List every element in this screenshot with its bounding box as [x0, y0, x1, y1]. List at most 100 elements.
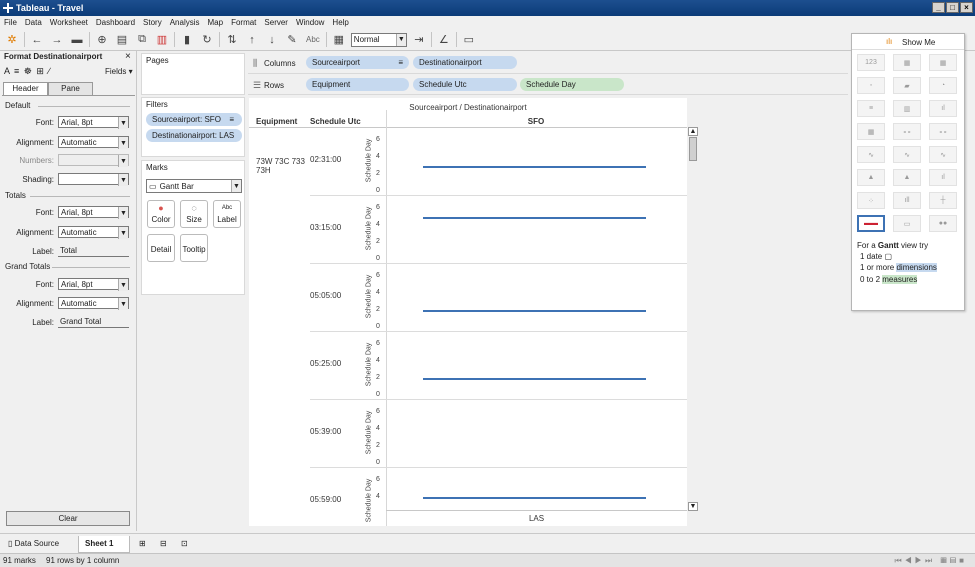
undo-icon[interactable]: ←	[29, 32, 45, 48]
sort-descending-icon[interactable]: ↓	[264, 32, 280, 48]
menu-analysis[interactable]: Analysis	[166, 16, 204, 29]
symbol-map-icon[interactable]: ◦	[857, 77, 885, 94]
scroll-thumb[interactable]	[689, 137, 697, 161]
sort-ascending-icon[interactable]: ↑	[244, 32, 260, 48]
fix-width-icon[interactable]: ⇥	[411, 32, 427, 48]
show-mark-labels-button[interactable]: Abc	[304, 35, 322, 44]
bullet-graph-icon[interactable]: ▭	[893, 215, 921, 232]
gantt-bar[interactable]	[423, 378, 646, 381]
heat-map-icon[interactable]: ▦	[893, 54, 921, 71]
show-me-header[interactable]: ılı Show Me	[852, 34, 964, 50]
duplicate-sheet-icon[interactable]: ⧉	[134, 32, 150, 48]
pages-card[interactable]: Pages	[141, 53, 245, 95]
schedule-utc-value[interactable]: 05:05:00	[310, 291, 341, 300]
tab-pane[interactable]: Pane	[48, 82, 93, 95]
clear-button[interactable]: Clear	[6, 511, 130, 526]
side-by-side-circles-icon[interactable]: ∘∘	[929, 123, 957, 140]
close-format-panel-icon[interactable]: ×	[125, 51, 131, 62]
size-button[interactable]: ◌ Size	[180, 200, 208, 228]
menu-dashboard[interactable]: Dashboard	[92, 16, 139, 29]
swap-rows-columns-icon[interactable]: ⇅	[224, 32, 240, 48]
menu-format[interactable]: Format	[227, 16, 260, 29]
columns-pill-sourceairport[interactable]: Sourceairport ≡	[306, 56, 409, 69]
clear-sheet-icon[interactable]: ▥	[154, 32, 170, 48]
vertical-scrollbar[interactable]: ▲ ▼	[688, 127, 698, 511]
schedule-utc-value[interactable]: 02:31:00	[310, 155, 341, 164]
tableau-start-icon[interactable]: ✲	[4, 32, 20, 48]
default-font-select[interactable]: Arial, 8pt ▼	[58, 116, 129, 129]
annotate-icon[interactable]: ∠	[436, 32, 452, 48]
filled-map-icon[interactable]: ▰	[893, 77, 921, 94]
restore-button[interactable]: □	[946, 2, 959, 13]
schedule-utc-value[interactable]: 05:59:00	[310, 495, 341, 504]
columns-pill-destinationairport[interactable]: Destinationairport	[413, 56, 517, 69]
grand-totals-alignment-select[interactable]: Automatic ▼	[58, 297, 129, 310]
rows-pill-schedule-utc[interactable]: Schedule Utc	[413, 78, 517, 91]
gantt-bar[interactable]	[423, 497, 646, 500]
menu-server[interactable]: Server	[260, 16, 292, 29]
rows-pill-schedule-day[interactable]: Schedule Day	[520, 78, 624, 91]
box-and-whisker-icon[interactable]: ┼	[929, 192, 957, 209]
grand-totals-label-input[interactable]: Grand Total	[58, 316, 129, 328]
tooltip-button[interactable]: Tooltip	[180, 234, 208, 262]
schedule-utc-value[interactable]: 05:25:00	[310, 359, 341, 368]
presentation-mode-icon[interactable]: ▭	[461, 32, 477, 48]
schedule-utc-value[interactable]: 03:15:00	[310, 223, 341, 232]
fix-axes-icon[interactable]: ▦	[331, 32, 347, 48]
packed-bubbles-icon[interactable]: ●●	[929, 215, 957, 232]
highlight-icon[interactable]: ✎	[284, 32, 300, 48]
format-tools-icons[interactable]: A ≡ ☸ ⊞ ∕	[4, 66, 51, 77]
refresh-icon[interactable]: ↻	[199, 32, 215, 48]
scroll-up-icon[interactable]: ▲	[688, 127, 698, 136]
footer-las[interactable]: LAS	[386, 514, 687, 523]
mark-type-select[interactable]: ▭ Gantt Bar ▼	[146, 179, 242, 193]
lines-continuous-icon[interactable]: ∿	[857, 146, 885, 163]
histogram-icon[interactable]: ıll	[893, 192, 921, 209]
menu-help[interactable]: Help	[328, 16, 352, 29]
filter-pill-destinationairport[interactable]: Destinationairport: LAS	[146, 129, 242, 142]
sheet-navigation-icons[interactable]: ⏮◀▶⏭ ▦▤■	[894, 554, 967, 567]
treemap-icon[interactable]: ▦	[857, 123, 885, 140]
data-source-tab[interactable]: ▯ Data Source	[2, 536, 65, 553]
totals-alignment-select[interactable]: Automatic ▼	[58, 226, 129, 239]
area-continuous-icon[interactable]: ▲	[857, 169, 885, 186]
text-table-icon[interactable]: 123	[857, 54, 885, 71]
filter-pill-sourceairport[interactable]: Sourceairport: SFO ≡	[146, 113, 242, 126]
stacked-bars-icon[interactable]: ▥	[893, 100, 921, 117]
detail-button[interactable]: Detail	[147, 234, 175, 262]
lines-discrete-icon[interactable]: ∿	[893, 146, 921, 163]
tab-header[interactable]: Header	[3, 82, 48, 95]
redo-icon[interactable]: →	[49, 32, 65, 48]
scroll-down-icon[interactable]: ▼	[688, 502, 698, 511]
default-alignment-select[interactable]: Automatic ▼	[58, 136, 129, 149]
label-button[interactable]: Abc Label	[213, 200, 241, 228]
minimize-button[interactable]: _	[932, 2, 945, 13]
circle-views-icon[interactable]: ∘∘	[893, 123, 921, 140]
dual-combination-icon[interactable]: ıl	[929, 169, 957, 186]
gantt-bar[interactable]	[423, 310, 646, 313]
fit-select[interactable]: Normal ▼	[350, 32, 407, 47]
menu-file[interactable]: File	[0, 16, 21, 29]
gantt-bar[interactable]	[423, 165, 646, 168]
default-shading-select[interactable]: ▼	[58, 173, 129, 186]
totals-label-input[interactable]: Total	[58, 245, 129, 257]
horizontal-bars-icon[interactable]: ≡	[857, 100, 885, 117]
rows-pill-equipment[interactable]: Equipment	[306, 78, 409, 91]
highlight-table-icon[interactable]: ▦	[929, 54, 957, 71]
grand-totals-font-select[interactable]: Arial, 8pt ▼	[58, 278, 129, 291]
menu-window[interactable]: Window	[292, 16, 328, 29]
new-story-tab-icon[interactable]: ⊡	[175, 536, 194, 553]
new-data-source-icon[interactable]: ⊕	[94, 32, 110, 48]
new-worksheet-tab-icon[interactable]: ⊞	[133, 536, 152, 553]
area-discrete-icon[interactable]: ▲	[893, 169, 921, 186]
schedule-utc-value[interactable]: 05:39:00	[310, 427, 341, 436]
pie-chart-icon[interactable]: ◔	[929, 77, 957, 94]
new-worksheet-icon[interactable]: ▤	[114, 32, 130, 48]
menu-story[interactable]: Story	[139, 16, 166, 29]
sheet-1-tab[interactable]: Sheet 1	[78, 536, 130, 553]
pause-updates-icon[interactable]: ▮	[179, 32, 195, 48]
close-window-button[interactable]: ×	[960, 2, 973, 13]
gantt-icon[interactable]: ▬▬	[857, 215, 885, 232]
header-schedule-utc[interactable]: Schedule Utc	[310, 117, 361, 126]
gantt-bar[interactable]	[423, 216, 646, 219]
